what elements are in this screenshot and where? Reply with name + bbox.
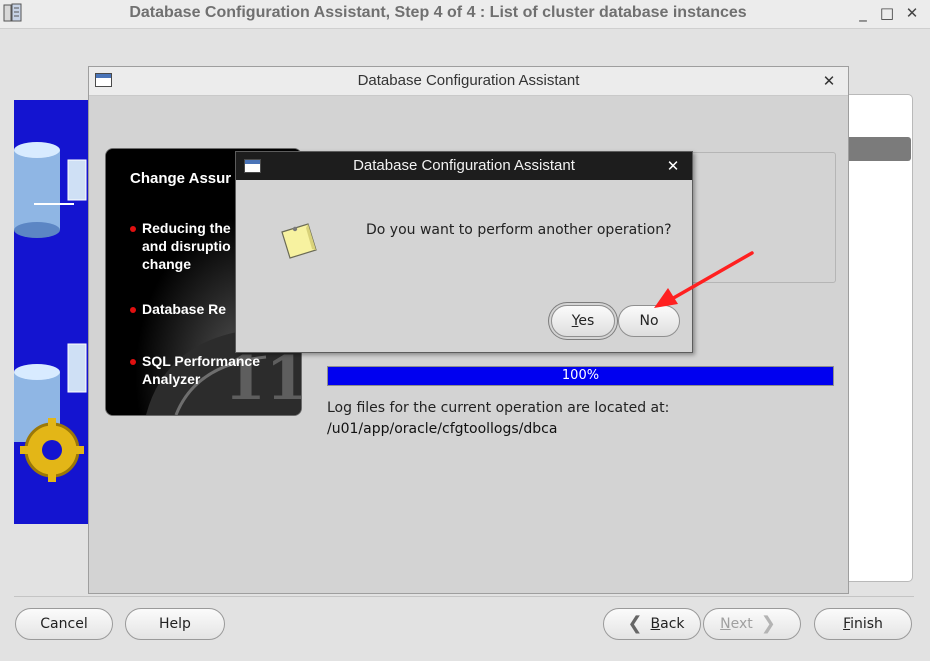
database-cylinders-icon [14, 100, 88, 524]
finish-label: inish [850, 616, 883, 632]
next-accel: N [720, 616, 731, 632]
back-accel: B [650, 616, 661, 632]
wizard-side-image [14, 100, 88, 524]
back-button[interactable]: ❮ Back [603, 608, 701, 640]
log-files-label: Log files for the current operation are … [327, 400, 670, 416]
bullet-dot [130, 359, 136, 365]
main-titlebar: Database Configuration Assistant, Step 4… [0, 0, 930, 29]
bullet-dot [130, 307, 136, 313]
progress-dialog-title: Database Configuration Assistant [357, 72, 580, 89]
progress-bar: 100% [327, 366, 834, 386]
chevron-right-icon: ❯ [760, 613, 776, 634]
log-files-path: /u01/app/oracle/cfgtoollogs/dbca [327, 421, 558, 437]
yes-button[interactable]: Yes [551, 305, 615, 337]
chevron-left-icon: ❮ [627, 613, 643, 634]
splash-bullet-3: SQL Performance Analyzer [142, 353, 261, 387]
current-step-highlight [849, 137, 911, 161]
bullet-dot [130, 226, 136, 232]
button-bar-separator [14, 596, 914, 597]
maximize-button[interactable]: □ [876, 2, 898, 24]
modal-title: Database Configuration Assistant [353, 157, 575, 174]
confirm-modal: Database Configuration Assistant ✕ Do yo… [235, 151, 693, 353]
progress-dialog-close-button[interactable]: ✕ [818, 70, 840, 92]
modal-close-button[interactable]: ✕ [662, 155, 684, 177]
close-window-button[interactable]: ✕ [901, 2, 923, 24]
minimize-button[interactable]: _ [852, 2, 874, 24]
modal-message: Do you want to perform another operation… [366, 222, 672, 238]
note-icon [281, 223, 317, 259]
next-label: ext [730, 616, 753, 632]
annotation-arrow-icon [654, 251, 754, 308]
window-title: Database Configuration Assistant, Step 4… [129, 4, 747, 21]
no-accel: N [639, 313, 650, 329]
yes-label: es [578, 313, 595, 329]
next-button: Next ❯ [703, 608, 801, 640]
no-label: o [649, 313, 659, 329]
progress-dialog-titlebar: Database Configuration Assistant ✕ [89, 67, 848, 96]
back-label: ack [660, 616, 685, 632]
finish-button[interactable]: Finish [814, 608, 912, 640]
wizard-steps-panel [846, 94, 913, 582]
cancel-button[interactable]: Cancel [15, 608, 113, 640]
splash-bullet-2: Database Re [142, 301, 227, 317]
modal-titlebar: Database Configuration Assistant ✕ [236, 152, 692, 180]
splash-bullet-1: Reducing the and disruptio change [142, 220, 231, 272]
help-button[interactable]: Help [125, 608, 225, 640]
splash-heading: Change Assur [130, 170, 232, 187]
